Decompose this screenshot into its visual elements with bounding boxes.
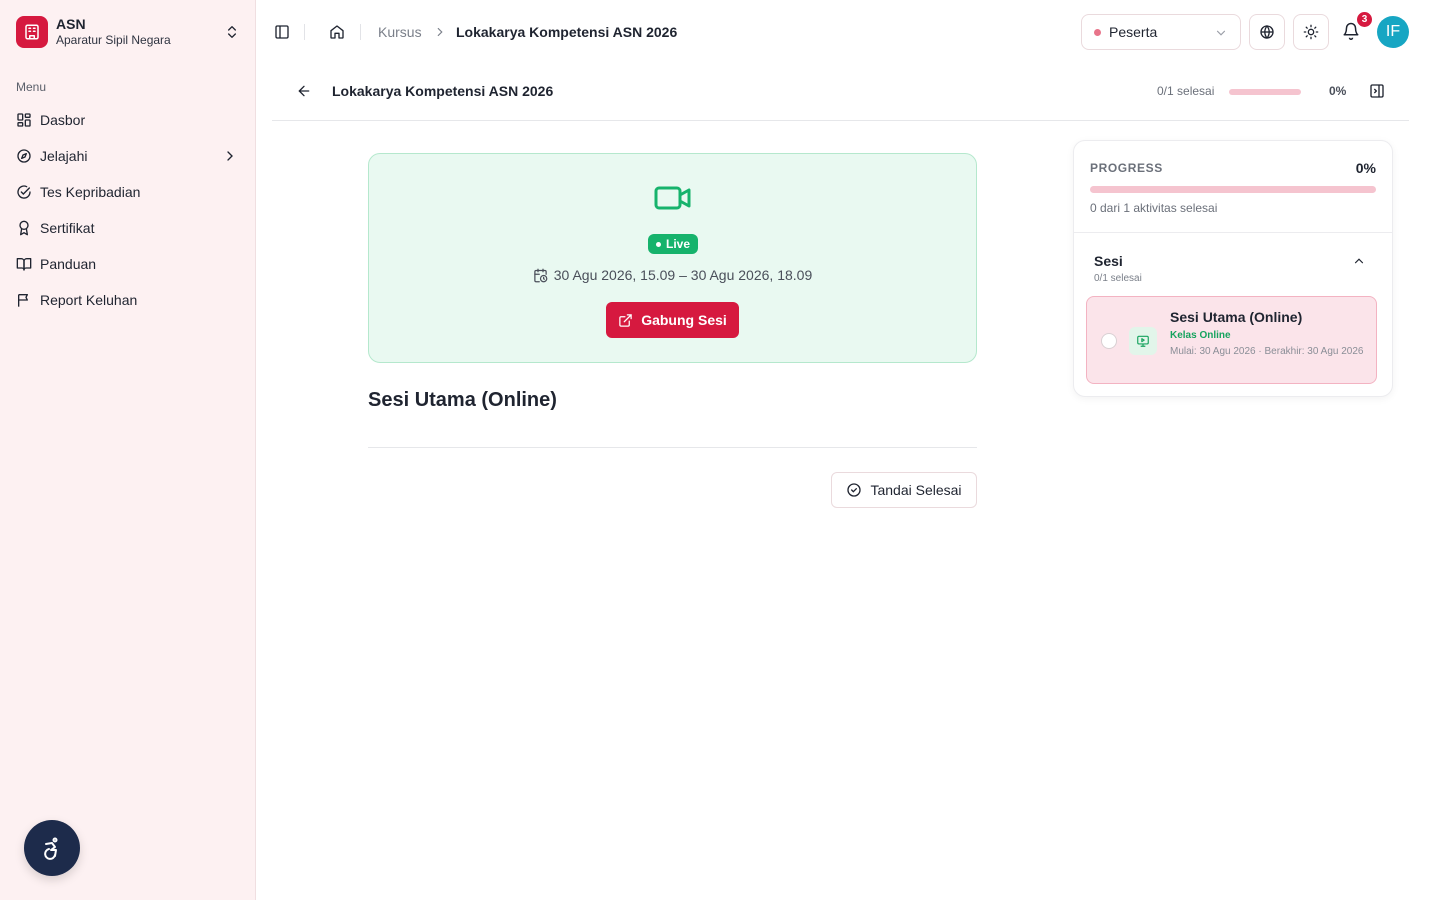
check-circle-icon [847,483,862,497]
sidebar-item-label: Sertifikat [40,220,95,236]
course-title: Lokakarya Kompetensi ASN 2026 [332,83,554,99]
role-select[interactable]: Peserta [1081,14,1241,50]
activity-item[interactable]: Sesi Utama (Online) Kelas Online Mulai: … [1086,296,1377,384]
sidebar-item-jelajahi[interactable]: Jelajahi [8,138,248,174]
role-status-dot [1094,28,1101,36]
sidebar-item-label: Dasbor [40,112,86,128]
progress-panel-label: PROGRESS [1090,161,1163,175]
panel-left-icon [275,25,289,39]
progress-panel: PROGRESS 0% 0 dari 1 aktivitas selesai S… [1073,140,1393,397]
award-icon [19,220,29,236]
compass-icon [17,149,31,163]
chevron-down-icon [1216,30,1226,36]
course-header: Lokakarya Kompetensi ASN 2026 0/1 selesa… [272,64,1409,121]
course-progress-bar [1229,89,1301,95]
grid-icon [17,113,31,127]
brand-subtitle: Aparatur Sipil Negara [56,33,171,47]
breadcrumb-kursus[interactable]: Kursus [378,23,422,41]
live-status-badge: Live [648,234,699,254]
toggle-progress-panel-button[interactable] [1369,83,1385,99]
sidebar-item-report-keluhan[interactable]: Report Keluhan [8,282,248,318]
language-button[interactable] [1249,14,1285,50]
progress-panel-subtitle: 0 dari 1 aktivitas selesai [1090,201,1218,215]
mark-complete-label: Tandai Selesai [870,482,962,498]
sidebar-item-label: Panduan [40,256,97,272]
session-datetime-text: 30 Agu 2026, 15.09 – 30 Agu 2026, 18.09 [553,267,813,283]
progress-panel-percent: 0% [1355,160,1376,176]
join-session-label: Gabung Sesi [641,312,727,328]
globe-icon [1260,24,1274,40]
section-progress: 0/1 selesai [1094,273,1142,284]
flag-icon [18,294,28,307]
sidebar-menu: Dasbor Jelajahi Tes Kepribadian Sertifik… [8,102,248,318]
workspace-switcher[interactable]: ASN Aparatur Sipil Negara [16,15,240,49]
live-session-card: Live 30 Agu 2026, 15.09 – 30 Agu 2026, 1… [368,153,977,363]
activity-title: Sesi Utama (Online) [1170,309,1303,325]
toggle-sidebar-button[interactable] [272,22,292,42]
notification-count-badge: 3 [1357,12,1372,27]
accessibility-icon [44,837,58,860]
join-session-button[interactable]: Gabung Sesi [606,302,739,338]
role-select-value: Peserta [1109,24,1158,40]
sidebar-item-label: Jelajahi [40,148,88,164]
activity-completion-radio[interactable] [1101,333,1117,349]
divider [360,24,361,40]
book-open-icon [16,258,32,271]
home-icon [330,25,344,39]
check-circle-icon [17,185,31,199]
activity-type: Kelas Online [1170,330,1231,341]
chevrons-up-down-icon [228,26,236,38]
breadcrumb-current: Lokakarya Kompetensi ASN 2026 [456,24,678,40]
activity-dates: Mulai: 30 Agu 2026 · Berakhir: 30 Agu 20… [1170,346,1364,357]
back-button[interactable] [296,83,314,101]
theme-toggle-button[interactable] [1293,14,1329,50]
top-bar: Kursus Lokakarya Kompetensi ASN 2026 Pes… [256,0,1440,64]
section-title: Sesi [1094,253,1123,269]
sidebar-item-tes-kepribadian[interactable]: Tes Kepribadian [8,174,248,210]
activity-type-badge [1129,327,1157,355]
sidebar-item-label: Tes Kepribadian [40,184,141,200]
session-datetime: 30 Agu 2026, 15.09 – 30 Agu 2026, 18.09 [369,267,976,283]
brand-name: ASN [56,16,86,32]
chevron-right-icon [437,27,443,37]
menu-section-label: Menu [16,80,47,94]
divider [304,24,305,40]
user-avatar[interactable]: IF [1377,16,1409,48]
divider [1074,232,1392,233]
sidebar: ASN Aparatur Sipil Negara Menu Dasbor Je… [0,0,256,900]
monitor-play-icon [1137,335,1149,347]
sidebar-item-dasbor[interactable]: Dasbor [8,102,248,138]
course-progress-text: 0/1 selesai [1157,84,1215,98]
divider [368,447,977,448]
chevron-up-icon[interactable] [1352,254,1366,268]
brand-logo [16,16,48,48]
accessibility-button[interactable] [24,820,80,876]
sidebar-item-label: Report Keluhan [40,292,138,308]
arrow-left-icon [298,85,310,97]
course-progress-percent: 0% [1329,84,1347,98]
live-status-label: Live [666,237,691,251]
mark-complete-button[interactable]: Tandai Selesai [831,472,977,508]
sun-icon [1303,24,1319,40]
panel-right-icon [1370,84,1384,98]
live-dot [656,241,661,247]
session-heading: Sesi Utama (Online) [368,389,557,411]
sidebar-item-panduan[interactable]: Panduan [8,246,248,282]
home-button[interactable] [327,22,347,42]
external-link-icon [619,313,632,327]
video-camera-icon [654,186,691,210]
bell-icon [1343,22,1359,40]
calendar-clock-icon [534,268,548,282]
progress-panel-bar [1090,186,1376,193]
sidebar-item-sertifikat[interactable]: Sertifikat [8,210,248,246]
chevron-right-icon [227,151,233,161]
